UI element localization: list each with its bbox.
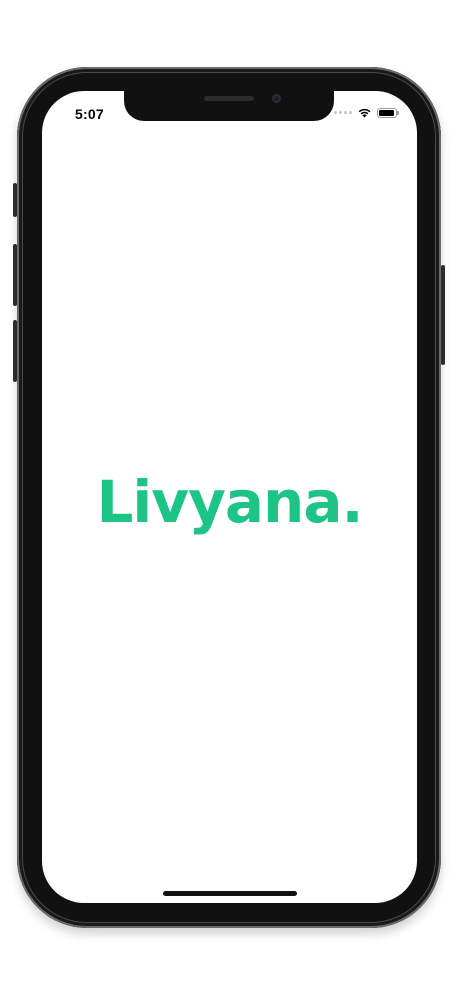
- power-button: [441, 265, 445, 365]
- wifi-icon: [358, 108, 371, 118]
- home-indicator[interactable]: [163, 891, 297, 896]
- app-screen: 5:07 Livyana.: [42, 91, 417, 903]
- battery-level: [379, 109, 395, 116]
- device-mockup: 5:07 Livyana.: [0, 0, 460, 996]
- battery-icon: [377, 107, 399, 118]
- notch: [124, 91, 334, 121]
- cellular-signal-icon: [334, 111, 352, 114]
- front-camera-icon: [272, 94, 281, 103]
- status-time: 5:07: [75, 106, 104, 122]
- app-logo: Livyana.: [96, 468, 363, 536]
- status-icons: [334, 107, 399, 118]
- earpiece-speaker: [204, 96, 254, 101]
